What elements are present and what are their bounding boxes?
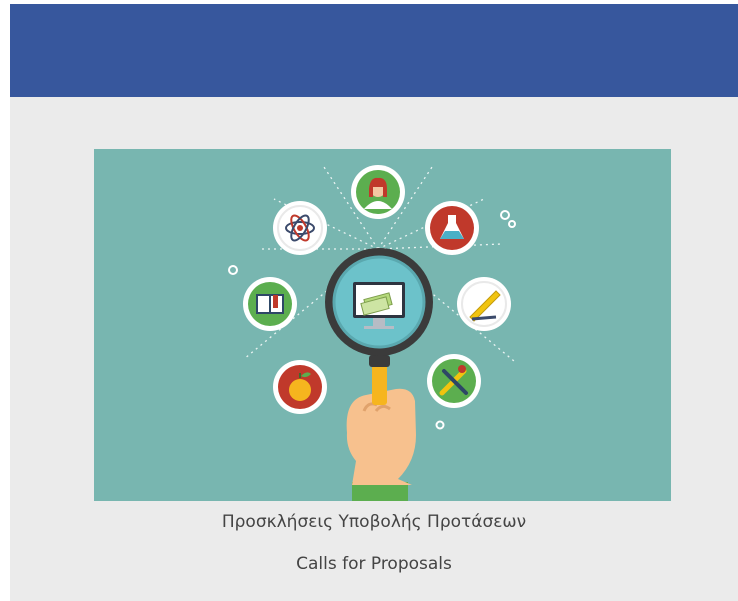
caption-greek[interactable]: Προσκλήσεις Υποβολής Προτάσεων	[10, 511, 738, 533]
atom-icon	[273, 201, 327, 255]
paint-palette-icon	[427, 354, 481, 408]
apple-icon	[273, 360, 327, 414]
header-bar	[10, 4, 738, 97]
calls-for-proposals-card[interactable]: Προσκλήσεις Υποβολής Προτάσεων Calls for…	[10, 4, 738, 601]
hand-icon	[346, 388, 416, 501]
book-icon	[243, 277, 297, 331]
caption-english[interactable]: Calls for Proposals	[10, 553, 738, 575]
scientist-icon	[351, 165, 405, 219]
ruler-pencil-icon	[457, 277, 511, 331]
calls-for-proposals-banner-image[interactable]	[94, 149, 671, 501]
flask-icon	[425, 201, 479, 255]
